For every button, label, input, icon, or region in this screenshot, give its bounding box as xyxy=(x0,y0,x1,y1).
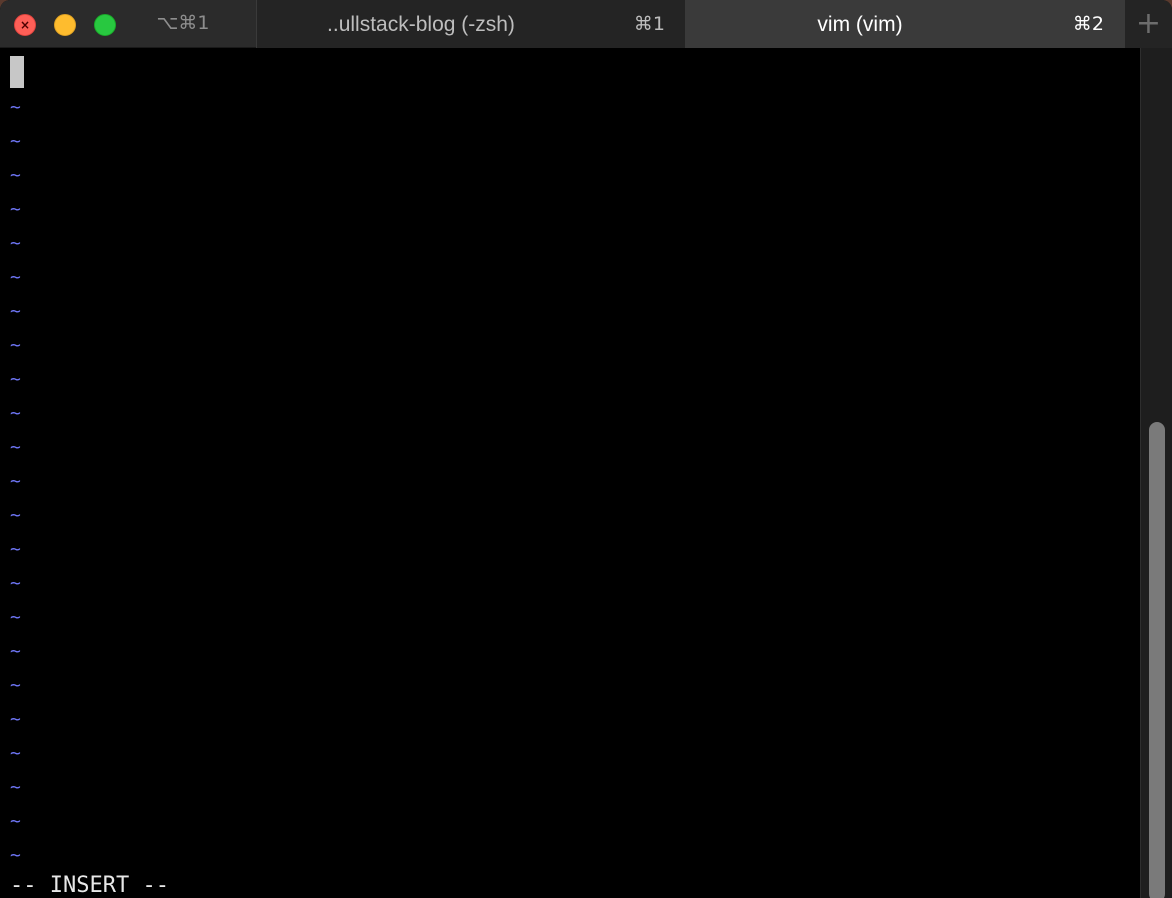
empty-line-tilde: ~ xyxy=(10,165,21,186)
minimize-window-button[interactable] xyxy=(54,14,76,36)
empty-line-tilde: ~ xyxy=(10,743,21,764)
empty-line-tilde: ~ xyxy=(10,607,21,628)
empty-line-tilde: ~ xyxy=(10,811,21,832)
close-icon: × xyxy=(20,18,31,32)
empty-line-tilde: ~ xyxy=(10,131,21,152)
tab-zsh[interactable]: ..ullstack-blog (-zsh) ⌘1 xyxy=(256,0,686,48)
empty-line-tilde: ~ xyxy=(10,437,21,458)
empty-line-tilde: ~ xyxy=(10,199,21,220)
tab-title: ..ullstack-blog (-zsh) xyxy=(327,13,515,36)
empty-line-tilde: ~ xyxy=(10,97,21,118)
empty-line-tilde: ~ xyxy=(10,267,21,288)
plus-icon: + xyxy=(1135,6,1162,41)
empty-line-tilde: ~ xyxy=(10,845,21,866)
empty-line-tilde: ~ xyxy=(10,505,21,526)
maximize-window-button[interactable] xyxy=(94,14,116,36)
terminal-window: × ⌥⌘1 ..ullstack-blog (-zsh) ⌘1 vim (vim… xyxy=(0,0,1172,898)
new-tab-button[interactable]: + xyxy=(1124,0,1172,48)
empty-line-tilde: ~ xyxy=(10,233,21,254)
tab-vim[interactable]: vim (vim) ⌘2 xyxy=(686,0,1124,48)
close-window-button[interactable]: × xyxy=(14,14,36,36)
empty-line-markers: ~ ~ ~ ~ ~ ~ ~ ~ ~ ~ ~ ~ ~ ~ ~ ~ ~ ~ ~ ~ ~ ~ ~ xyxy=(10,91,40,873)
tab-title: vim (vim) xyxy=(817,13,903,36)
empty-line-tilde: ~ xyxy=(10,301,21,322)
scrollbar-thumb[interactable] xyxy=(1149,422,1165,898)
empty-line-tilde: ~ xyxy=(10,641,21,662)
empty-line-tilde: ~ xyxy=(10,709,21,730)
scrollbar[interactable] xyxy=(1140,48,1172,898)
empty-line-tilde: ~ xyxy=(10,335,21,356)
title-bar: × ⌥⌘1 ..ullstack-blog (-zsh) ⌘1 vim (vim… xyxy=(0,0,1172,48)
empty-line-tilde: ~ xyxy=(10,777,21,798)
tab-shortcut: ⌘2 xyxy=(1072,13,1104,35)
vim-mode-indicator: -- INSERT -- xyxy=(10,873,169,898)
empty-line-tilde: ~ xyxy=(10,675,21,696)
empty-line-tilde: ~ xyxy=(10,369,21,390)
empty-line-tilde: ~ xyxy=(10,403,21,424)
empty-line-tilde: ~ xyxy=(10,471,21,492)
empty-line-tilde: ~ xyxy=(10,539,21,560)
empty-line-tilde: ~ xyxy=(10,573,21,594)
text-cursor xyxy=(10,56,24,88)
vim-editor[interactable]: ~ ~ ~ ~ ~ ~ ~ ~ ~ ~ ~ ~ ~ ~ ~ ~ ~ ~ ~ ~ ~ ~ ~ -- INSERT -- xyxy=(0,48,1140,898)
